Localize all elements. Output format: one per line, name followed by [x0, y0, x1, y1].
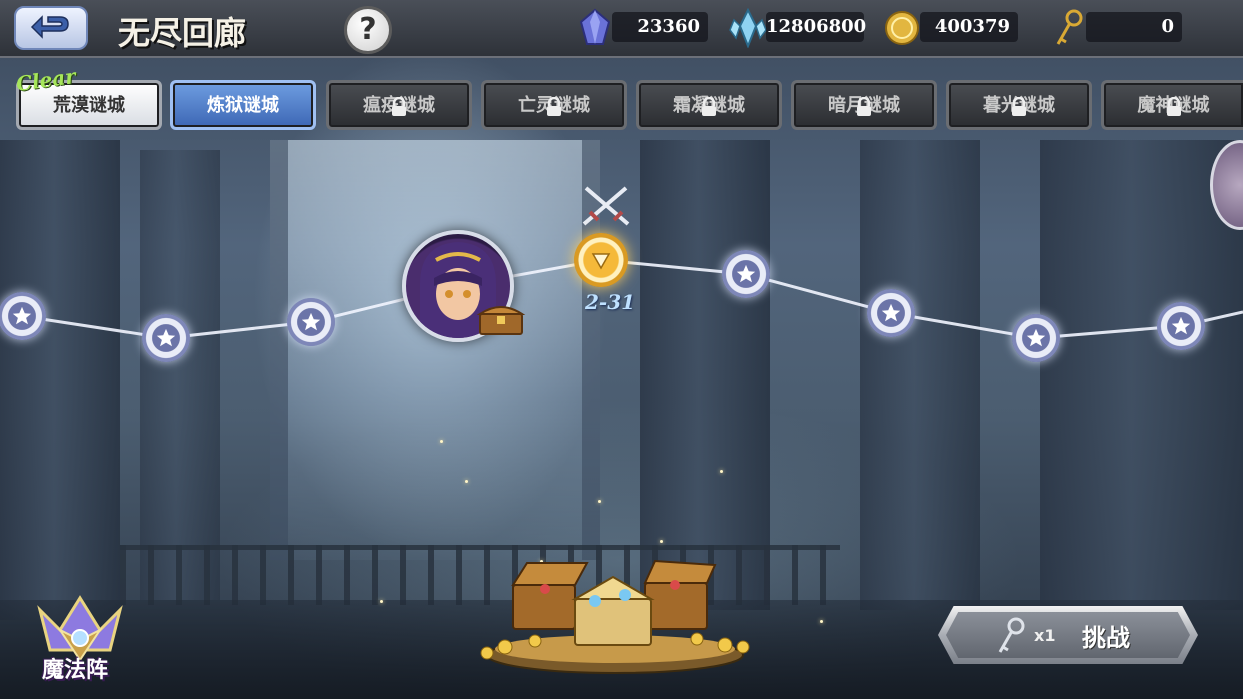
stage-node[interactable]: [287, 298, 335, 346]
key-icon: [998, 617, 1025, 653]
star-icon: [736, 264, 756, 283]
stage-node[interactable]: [142, 314, 190, 362]
stage-node[interactable]: [1157, 302, 1205, 350]
star-icon: [1171, 316, 1191, 335]
star-icon: [12, 306, 32, 325]
stage-node[interactable]: [1012, 314, 1060, 362]
crossed-swords-icon: [582, 186, 630, 226]
star-icon: [881, 303, 901, 322]
current-stage-node[interactable]: [574, 233, 628, 287]
stage-node[interactable]: [867, 289, 915, 337]
stage-node[interactable]: [0, 292, 46, 340]
challenge-label: 挑战: [1082, 624, 1130, 652]
star-icon: [301, 312, 321, 331]
current-stage-label: 2-31: [585, 290, 636, 314]
star-icon: [156, 328, 176, 347]
star-icon: [1026, 328, 1046, 347]
treasure-pile-icon[interactable]: [475, 555, 755, 675]
treasure-chest-icon: [476, 306, 526, 335]
challenge-button-body: [946, 612, 1190, 658]
stage-node[interactable]: [722, 250, 770, 298]
current-marker-icon: [591, 253, 611, 270]
challenge-key-count: x1: [1034, 626, 1056, 645]
magic-array-label: 魔法阵: [42, 657, 109, 683]
